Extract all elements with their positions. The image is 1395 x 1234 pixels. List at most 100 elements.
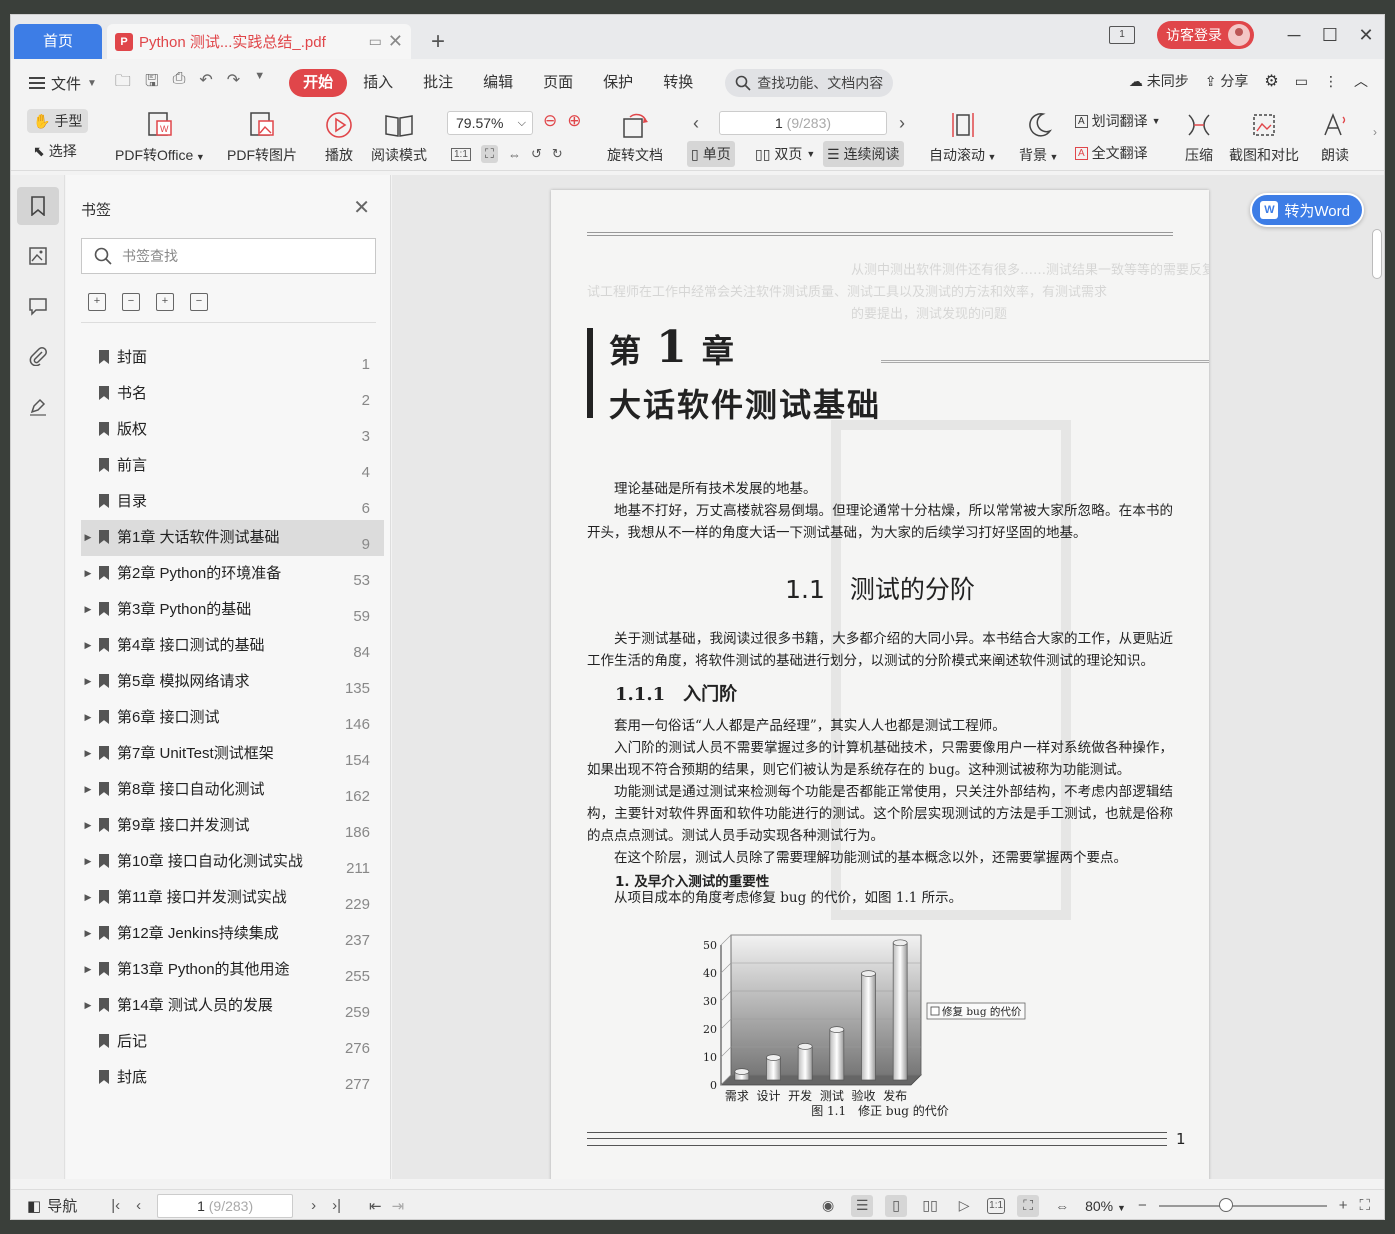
collapse-ribbon-icon[interactable]: ︿: [1354, 71, 1368, 91]
bookmark-item[interactable]: ▶ 第2章 Python的环境准备 53: [81, 556, 384, 592]
rotate-document-button[interactable]: 旋转文档: [607, 111, 663, 165]
page-number-input[interactable]: 1 (9/283): [719, 111, 887, 135]
prev-page-icon[interactable]: ‹: [693, 113, 699, 134]
bookmark-item[interactable]: 目录 6: [81, 484, 384, 520]
zoom-in-icon[interactable]: ⊕: [567, 111, 581, 131]
read-mode-button[interactable]: 阅读模式: [371, 111, 427, 165]
zoom-slider-knob[interactable]: [1218, 1197, 1233, 1212]
bookmark-item[interactable]: ▶ 第3章 Python的基础 59: [81, 592, 384, 628]
minimize-icon[interactable]: ─: [1276, 25, 1312, 46]
single-view-icon[interactable]: ▯: [885, 1194, 908, 1217]
tab-float-icon[interactable]: ▭: [369, 33, 382, 50]
zoom-out-icon[interactable]: −: [1138, 1197, 1147, 1214]
sync-status[interactable]: ☁ 未同步: [1129, 71, 1189, 91]
ribbon-scroll-right-icon[interactable]: ›: [1373, 125, 1377, 139]
document-tab[interactable]: P Python 测试...实践总结_.pdf ▭ ✕: [107, 24, 411, 59]
fit-page-icon[interactable]: ⛶: [480, 145, 499, 163]
bookmark-item[interactable]: ▶ 第13章 Python的其他用途 255: [81, 952, 384, 988]
scrollbar-thumb[interactable]: [1372, 229, 1382, 279]
open-folder-icon[interactable]: 🗀: [115, 70, 131, 97]
bookmark-item[interactable]: ▶ 第12章 Jenkins持续集成 237: [81, 916, 384, 952]
bookmark-item[interactable]: 封面 1: [81, 340, 384, 376]
function-search[interactable]: 查找功能、文档内容: [725, 69, 894, 97]
expand-arrow-icon[interactable]: ▶: [81, 636, 95, 651]
collapse-all-icon[interactable]: −: [122, 293, 140, 311]
zoom-in-icon[interactable]: +: [1339, 1197, 1348, 1214]
forward-view-icon[interactable]: ⇥: [392, 1197, 405, 1215]
signature-panel-icon[interactable]: [17, 387, 59, 425]
last-page-icon[interactable]: ›|: [332, 1197, 341, 1214]
document-viewport[interactable]: 从测中测出软件测件还有很多……测试结果一致等等的需要反复检验及测试的地方 试工程…: [392, 175, 1384, 1179]
fit-width-icon[interactable]: ⇔: [1051, 1195, 1073, 1217]
settings-gear-icon[interactable]: ⚙: [1264, 71, 1278, 91]
close-tab-icon[interactable]: ✕: [388, 31, 403, 52]
add-bookmark-icon[interactable]: +: [156, 293, 174, 311]
tab-start[interactable]: 开始: [289, 69, 348, 97]
screenshot-compare-button[interactable]: 截图和对比: [1229, 111, 1299, 165]
zoom-slider[interactable]: [1158, 1197, 1327, 1212]
play-button[interactable]: 播放: [323, 111, 355, 165]
bookmark-item[interactable]: 封底 277: [81, 1060, 384, 1096]
comment-icon[interactable]: ▭: [1295, 73, 1308, 90]
expand-arrow-icon[interactable]: ▶: [81, 816, 95, 831]
bookmark-item[interactable]: ▶ 第11章 接口并发测试实战 229: [81, 880, 384, 916]
read-aloud-button[interactable]: 朗读: [1319, 111, 1351, 165]
close-window-icon[interactable]: ✕: [1348, 25, 1384, 46]
full-translate-button[interactable]: A 全文翻译: [1075, 143, 1148, 163]
expand-arrow-icon[interactable]: ▶: [81, 888, 95, 903]
bookmark-item[interactable]: 后记 276: [81, 1024, 384, 1060]
expand-arrow-icon[interactable]: ▶: [81, 996, 95, 1011]
expand-arrow-icon[interactable]: ▶: [81, 852, 95, 867]
background-button[interactable]: 背景 ▼: [1019, 111, 1058, 165]
tab-protect[interactable]: 保护: [589, 69, 647, 97]
expand-arrow-icon[interactable]: ▶: [81, 960, 95, 975]
bookmark-item[interactable]: ▶ 第10章 接口自动化测试实战 211: [81, 844, 384, 880]
comment-panel-icon[interactable]: [17, 287, 59, 325]
bookmark-item[interactable]: ▶ 第5章 模拟网络请求 135: [81, 664, 384, 700]
expand-arrow-icon[interactable]: ▶: [81, 924, 95, 939]
window-layout-icon[interactable]: 1: [1109, 26, 1135, 44]
actual-size-icon[interactable]: 1:1: [451, 147, 471, 161]
double-view-icon[interactable]: ▯▯: [919, 1195, 941, 1217]
tab-insert[interactable]: 插入: [349, 69, 407, 97]
expand-arrow-icon[interactable]: ▶: [81, 672, 95, 687]
zoom-select[interactable]: 79.57% ⌵: [447, 111, 533, 135]
prev-page-icon[interactable]: ‹: [136, 1197, 141, 1214]
fullscreen-icon[interactable]: ⛶: [1359, 1197, 1370, 1214]
zoom-level[interactable]: 80% ▼: [1085, 1198, 1126, 1214]
status-page-input[interactable]: 1 (9/283): [157, 1193, 294, 1218]
bookmark-item[interactable]: 书名 2: [81, 376, 384, 412]
attachment-panel-icon[interactable]: [17, 337, 59, 375]
next-page-icon[interactable]: ›: [311, 1197, 316, 1214]
bookmark-item[interactable]: ▶ 第7章 UnitTest测试框架 154: [81, 736, 384, 772]
save-icon[interactable]: 🖫: [145, 70, 159, 97]
bookmark-item[interactable]: ▶ 第1章 大话软件测试基础 9: [81, 520, 384, 556]
compress-button[interactable]: 压缩: [1183, 111, 1215, 165]
more-quick-icon[interactable]: ▼: [254, 70, 265, 97]
eye-protection-icon[interactable]: ◉: [817, 1195, 839, 1217]
double-page-button[interactable]: ▯▯ 双页 ▼: [751, 141, 819, 167]
bookmark-item[interactable]: ▶ 第6章 接口测试 146: [81, 700, 384, 736]
print-icon[interactable]: ⎙: [173, 70, 186, 97]
expand-arrow-icon[interactable]: ▶: [81, 600, 95, 615]
more-menu-icon[interactable]: ⋮: [1324, 73, 1338, 90]
maximize-icon[interactable]: ☐: [1312, 25, 1348, 46]
bookmark-item[interactable]: 版权 3: [81, 412, 384, 448]
share-button[interactable]: ⇪ 分享: [1205, 71, 1249, 91]
single-page-button[interactable]: ▯ 单页: [687, 141, 735, 167]
guest-login-button[interactable]: 访客登录: [1157, 21, 1254, 49]
continuous-read-button[interactable]: ☰ 连续阅读: [823, 141, 904, 167]
vertical-scrollbar[interactable]: [1372, 183, 1382, 1173]
expand-arrow-icon[interactable]: ▶: [81, 744, 95, 759]
tab-convert[interactable]: 转换: [649, 69, 707, 97]
zoom-out-icon[interactable]: ⊖: [543, 111, 557, 131]
word-translate-button[interactable]: A 划词翻译 ▼: [1075, 111, 1161, 131]
bookmark-panel-icon[interactable]: [17, 187, 59, 225]
bookmark-item[interactable]: ▶ 第9章 接口并发测试 186: [81, 808, 384, 844]
hand-tool-button[interactable]: ✋ 手型: [27, 109, 89, 133]
select-tool-button[interactable]: ⬉ 选择: [33, 141, 77, 161]
undo-icon[interactable]: ↶: [199, 70, 212, 97]
fit-page-icon[interactable]: ⛶: [1017, 1194, 1040, 1217]
bookmark-item[interactable]: ▶ 第14章 测试人员的发展 259: [81, 988, 384, 1024]
remove-bookmark-icon[interactable]: −: [190, 293, 208, 311]
